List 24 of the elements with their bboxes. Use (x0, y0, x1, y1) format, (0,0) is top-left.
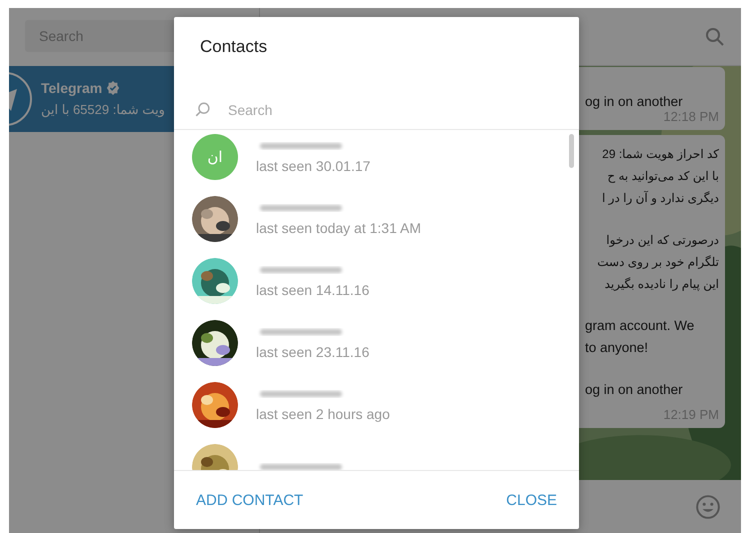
last-seen-text: last seen 14.11.16 (256, 282, 370, 298)
dialog-button[interactable]: CLOSE (498, 484, 565, 516)
message-text: دیگری ندارد و آن را در ا (602, 190, 719, 207)
message-text: با این کد می‌توانید به ح (607, 168, 719, 185)
dialog-button[interactable]: ADD CONTACT (188, 484, 312, 516)
message-text: درصورتی که این درخوا (606, 232, 719, 249)
message-preview: ویت شما: 65529 با این (41, 102, 165, 118)
last-seen-text: last seen 2 hours ago (256, 406, 390, 422)
message-text: این پیام را نادیده بگیرید (604, 276, 719, 293)
contact-item[interactable]: last seen today at 1:31 AM (174, 188, 579, 250)
contact-item[interactable]: last seen 2 hours ago (174, 374, 579, 436)
message-text: to anyone! (585, 339, 648, 357)
message-text: کد احراز هویت شما: 29 (602, 146, 719, 163)
message-text: gram account. We (585, 317, 694, 335)
chat-name: Telegram (41, 80, 102, 96)
message-text: تلگرام خود بر روی دست (597, 254, 719, 271)
last-seen-text: last seen 30.01.17 (256, 158, 370, 174)
last-seen-text: last seen 23.11.16 (256, 344, 370, 360)
contact-avatar: ان (192, 134, 238, 180)
contact-item[interactable]: last seen 14.11.16 (174, 250, 579, 312)
message-text: og in on another (585, 381, 683, 399)
contact-item[interactable]: last seen 23.11.16 (174, 312, 579, 374)
last-seen-text: last seen today at 1:31 AM (256, 220, 421, 236)
message-text: og in on another (585, 93, 683, 111)
